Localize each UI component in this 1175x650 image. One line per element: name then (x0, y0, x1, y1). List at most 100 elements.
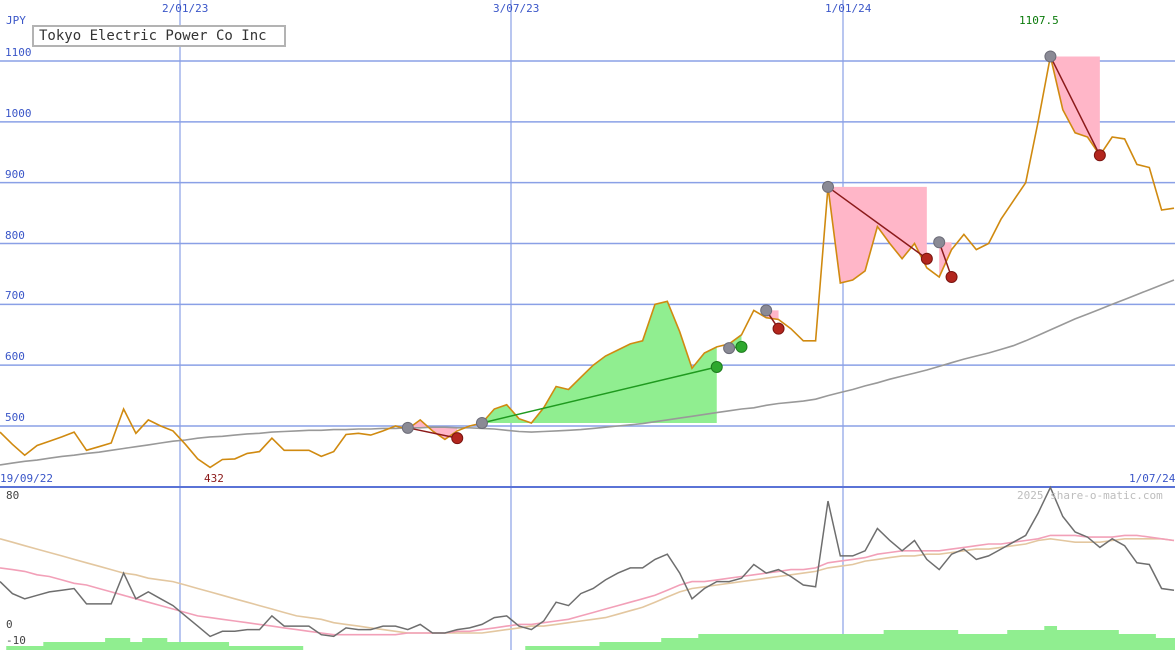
x-tick-2: 1/01/24 (825, 2, 872, 15)
volume-bar-50 (611, 642, 625, 650)
volume-bar-69 (846, 634, 860, 650)
volume-bar-59 (722, 634, 736, 650)
volume-bar-64 (784, 634, 798, 650)
volume-bar-94 (1155, 638, 1169, 650)
start-date-label: 19/09/22 (0, 472, 53, 485)
watermark: 2025 share-o-matic.com (1017, 489, 1163, 502)
signal-entry-5 (933, 236, 946, 249)
volume-bar-60 (735, 634, 749, 650)
volume-bar-24 (290, 646, 304, 650)
signal-exit-0 (451, 432, 464, 445)
volume-bar-47 (574, 646, 588, 650)
volume-bar-8 (92, 642, 106, 650)
volume-bar-49 (599, 642, 613, 650)
y-tick-1000: 1000 (5, 106, 32, 120)
volume-bar-89 (1093, 630, 1107, 650)
volume-bar-20 (241, 646, 254, 650)
y-tick-900: 900 (5, 167, 25, 181)
signal-entry-0 (401, 421, 414, 434)
volume-bar-87 (1069, 630, 1082, 650)
y-tick-600: 600 (5, 350, 25, 364)
y-tick-500: 500 (5, 411, 25, 424)
stock-chart (0, 0, 1175, 650)
volume-bar-17 (203, 642, 217, 650)
volume-bar-75 (920, 630, 934, 650)
end-date-label: 1/07/24 (1129, 472, 1175, 485)
volume-bar-65 (797, 634, 810, 650)
volume-bar-56 (685, 638, 699, 650)
signal-entry-2 (723, 342, 736, 355)
x-tick-0: 2/01/23 (162, 2, 209, 15)
volume-bar-4 (43, 642, 57, 650)
volume-bar-70 (858, 634, 872, 650)
volume-bar-77 (945, 630, 959, 650)
volume-bar-11 (129, 642, 143, 650)
volume-bar-48 (587, 646, 600, 650)
volume-bar-58 (710, 634, 724, 650)
volume-bar-55 (673, 638, 687, 650)
volume-bar-10 (117, 638, 131, 650)
volume-bar-19 (228, 646, 242, 650)
volume-bar-46 (562, 646, 576, 650)
volume-bar-15 (179, 642, 192, 650)
currency-label: JPY (6, 14, 26, 27)
volume-bar-61 (747, 634, 761, 650)
signal-exit-2 (735, 340, 748, 353)
volume-bar-82 (1007, 630, 1020, 650)
volume-bar-23 (278, 646, 291, 650)
volume-bar-71 (871, 634, 885, 650)
signal-exit-1 (710, 360, 723, 373)
volume-bar-22 (265, 646, 279, 650)
volume-bar-85 (1044, 626, 1058, 650)
signal-entry-6 (1044, 50, 1057, 63)
volume-bar-92 (1130, 634, 1144, 650)
volume-bar-45 (549, 646, 563, 650)
volume-bar-78 (957, 634, 971, 650)
volume-bar-95 (1167, 638, 1175, 650)
volume-bar-73 (896, 630, 909, 650)
volume-bar-83 (1019, 630, 1033, 650)
volume-bar-9 (105, 638, 118, 650)
signal-exit-4 (920, 252, 933, 265)
volume-bar-5 (55, 642, 69, 650)
volume-bar-93 (1143, 634, 1156, 650)
volume-bar-72 (883, 630, 897, 650)
oscillator-line-2 (0, 537, 1175, 634)
volume-bar-91 (1118, 634, 1132, 650)
volume-bar-13 (154, 638, 168, 650)
lower-y-tick-0: 0 (6, 618, 13, 631)
signal-entry-1 (475, 416, 488, 429)
volume-bar-63 (772, 634, 786, 650)
grid-lines (0, 0, 1175, 650)
volume-bar-90 (1106, 630, 1119, 650)
max-price-label: 1107.5 (1019, 14, 1059, 27)
volume-bar-86 (1056, 630, 1070, 650)
volume-bar-18 (216, 642, 230, 650)
volume-bar-53 (648, 642, 662, 650)
volume-bar-76 (933, 630, 946, 650)
volume-bar-14 (166, 642, 180, 650)
signal-fills (407, 56, 1100, 440)
volume-bar-6 (68, 642, 81, 650)
volume-bar-80 (982, 634, 996, 650)
volume-bar-21 (253, 646, 267, 650)
volume-bar-52 (636, 642, 650, 650)
signal-exit-3 (772, 322, 785, 335)
signal-entry-3 (760, 304, 773, 317)
signal-fill-1 (481, 301, 717, 423)
volume-bar-62 (760, 634, 773, 650)
volume-bar-79 (970, 634, 983, 650)
signal-exit-5 (945, 270, 958, 283)
volume-bar-84 (1031, 630, 1045, 650)
volume-bar-7 (80, 642, 94, 650)
lower-y-tick-80: 80 (6, 489, 20, 502)
volume-bar-54 (661, 638, 674, 650)
x-tick-1: 3/07/23 (493, 2, 540, 15)
lower-y-tick--10: -10 (6, 634, 26, 647)
volume-bar-12 (142, 638, 155, 650)
signal-entry-4 (821, 180, 834, 193)
volume-bar-16 (191, 642, 205, 650)
signal-fill-4 (827, 186, 927, 284)
volume-bar-67 (821, 634, 835, 650)
min-price-label: 432 (204, 472, 224, 485)
